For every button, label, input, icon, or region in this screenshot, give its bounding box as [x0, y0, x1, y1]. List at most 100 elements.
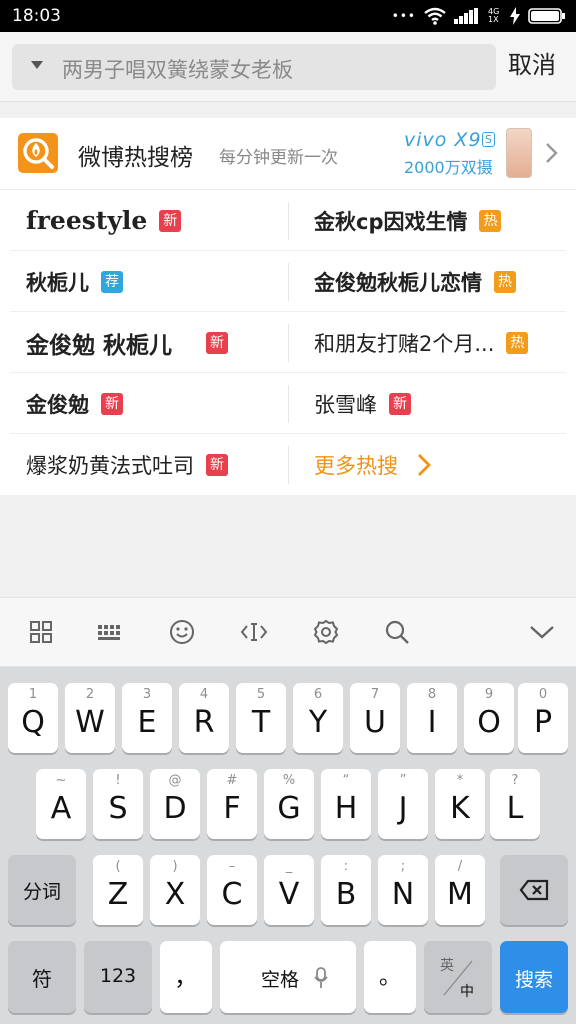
key-c[interactable]: – C	[207, 855, 257, 925]
key-n[interactable]: ; N	[378, 855, 428, 925]
status-bar: 18:03 ••• 4G 1X	[0, 0, 576, 32]
key-hint: 6	[313, 687, 323, 702]
ad-slogan: 2000万双摄	[404, 158, 493, 177]
settings-icon[interactable]	[312, 618, 340, 646]
ad-brand: vivo X9	[404, 129, 482, 151]
hot-item-text: 和朋友打赌2个月...	[314, 331, 495, 356]
key-q[interactable]: 1Q	[8, 683, 58, 753]
key-label: C	[221, 877, 243, 912]
symbol-key[interactable]: 符	[8, 941, 76, 1013]
key-label: A	[50, 791, 72, 826]
key-label: T	[251, 705, 271, 740]
hot-item-text: 爆浆奶黄法式吐司	[26, 453, 194, 478]
key-hint: ”	[399, 773, 407, 788]
search-key[interactable]: 搜索	[500, 941, 568, 1013]
key-label: J	[398, 791, 408, 826]
space-key[interactable]: 空格	[220, 941, 356, 1013]
hot-item-text: 金俊勉秋栀儿恋情	[314, 270, 482, 295]
more-hot-search-label: 更多热搜	[314, 453, 398, 478]
number-key[interactable]: 123	[84, 941, 152, 1013]
key-b[interactable]: :B	[321, 855, 371, 925]
battery-icon	[528, 8, 565, 24]
key-y[interactable]: 6Y	[293, 683, 343, 753]
hot-item[interactable]: 金俊勉秋栀儿恋情 热	[314, 251, 564, 312]
key-f[interactable]: # F	[207, 769, 257, 839]
key-e[interactable]: 3E	[122, 683, 172, 753]
chevron-right-icon	[418, 453, 431, 476]
language-switch-key[interactable]: 英 中	[424, 941, 492, 1013]
backspace-icon	[519, 879, 549, 901]
key-z[interactable]: (Z	[93, 855, 143, 925]
charging-icon	[510, 7, 520, 25]
search-icon[interactable]	[383, 618, 411, 646]
key-label: S	[108, 791, 128, 826]
hot-row: freestyle 新 金秋cp因戏生情 热	[0, 190, 576, 251]
hot-item-text: 金俊勉 秋栀儿	[26, 332, 173, 359]
emoji-icon[interactable]	[168, 618, 196, 646]
hot-item[interactable]: 金秋cp因戏生情 热	[314, 190, 564, 251]
key-a[interactable]: ~ A	[36, 769, 86, 839]
cursor-icon[interactable]	[240, 618, 268, 646]
hot-item[interactable]: 张雪峰 新	[314, 373, 564, 434]
key-label: 123	[99, 965, 137, 987]
hot-item[interactable]: 秋栀儿 荐	[26, 251, 288, 312]
key-label: 符	[32, 967, 52, 991]
key-label: Y	[308, 705, 328, 740]
key-l[interactable]: ? L	[490, 769, 540, 839]
key-t[interactable]: 5T	[236, 683, 286, 753]
key-hint: 0	[538, 687, 548, 702]
key-hint: /	[457, 859, 463, 874]
hot-item[interactable]: 爆浆奶黄法式吐司 新	[26, 434, 288, 495]
key-h[interactable]: “H	[321, 769, 371, 839]
key-label: 分词	[22, 881, 61, 903]
key-g[interactable]: % G	[264, 769, 314, 839]
key-hint: 2	[85, 687, 95, 702]
key-label: M	[447, 877, 473, 912]
period-key[interactable]: 。	[364, 941, 416, 1013]
dropdown-arrow-icon[interactable]	[30, 60, 44, 70]
key-label: P	[533, 705, 553, 740]
more-hot-search-link[interactable]: 更多热搜	[314, 434, 564, 495]
key-p[interactable]: 0P	[518, 683, 568, 753]
key-m[interactable]: / M	[435, 855, 485, 925]
network-type: 4G 1X	[488, 7, 500, 24]
key-hint: 7	[370, 687, 380, 702]
hot-row: 秋栀儿 荐 金俊勉秋栀儿恋情 热	[0, 251, 576, 312]
column-divider	[288, 263, 289, 301]
backspace-key[interactable]	[500, 855, 568, 925]
column-divider	[288, 324, 289, 362]
segment-key[interactable]: 分词	[8, 855, 76, 925]
key-i[interactable]: 8I	[407, 683, 457, 753]
hot-item[interactable]: freestyle 新	[26, 190, 288, 251]
key-w[interactable]: 2W	[65, 683, 115, 753]
hot-item-text: 金俊勉	[26, 392, 89, 417]
slash-divider	[443, 960, 473, 996]
key-o[interactable]: 9O	[464, 683, 514, 753]
key-s[interactable]: ! S	[93, 769, 143, 839]
key-u[interactable]: 7U	[350, 683, 400, 753]
hot-item[interactable]: 金俊勉 新	[26, 373, 288, 434]
key-d[interactable]: @ D	[150, 769, 200, 839]
key-j[interactable]: ” J	[378, 769, 428, 839]
key-label: D	[163, 791, 187, 826]
key-v[interactable]: _ V	[264, 855, 314, 925]
chevron-right-icon[interactable]	[545, 142, 559, 164]
hot-item[interactable]: 金俊勉 秋栀儿 新	[26, 312, 288, 373]
key-k[interactable]: * K	[435, 769, 485, 839]
column-divider	[288, 446, 289, 484]
keyboard-icon[interactable]	[96, 618, 124, 646]
grid-icon[interactable]	[27, 618, 55, 646]
column-divider	[288, 385, 289, 423]
key-label-chinese: 中	[460, 984, 474, 1000]
search-input[interactable]: 两男子唱双簧绕蒙女老板	[12, 44, 496, 90]
key-hint: –	[228, 859, 236, 874]
ad-banner[interactable]: vivo X9 S 2000万双摄	[404, 128, 534, 180]
hot-row: 金俊勉 秋栀儿 新 和朋友打赌2个月... 热	[0, 312, 576, 373]
hot-search-header[interactable]: 微博热搜榜 每分钟更新一次 vivo X9 S 2000万双摄	[0, 118, 576, 190]
key-x[interactable]: ) X	[150, 855, 200, 925]
key-hint: _	[285, 859, 293, 874]
hot-item[interactable]: 和朋友打赌2个月... 热	[314, 312, 564, 373]
key-r[interactable]: 4R	[179, 683, 229, 753]
collapse-icon[interactable]	[528, 618, 556, 646]
cancel-button[interactable]: 取消	[508, 45, 556, 80]
